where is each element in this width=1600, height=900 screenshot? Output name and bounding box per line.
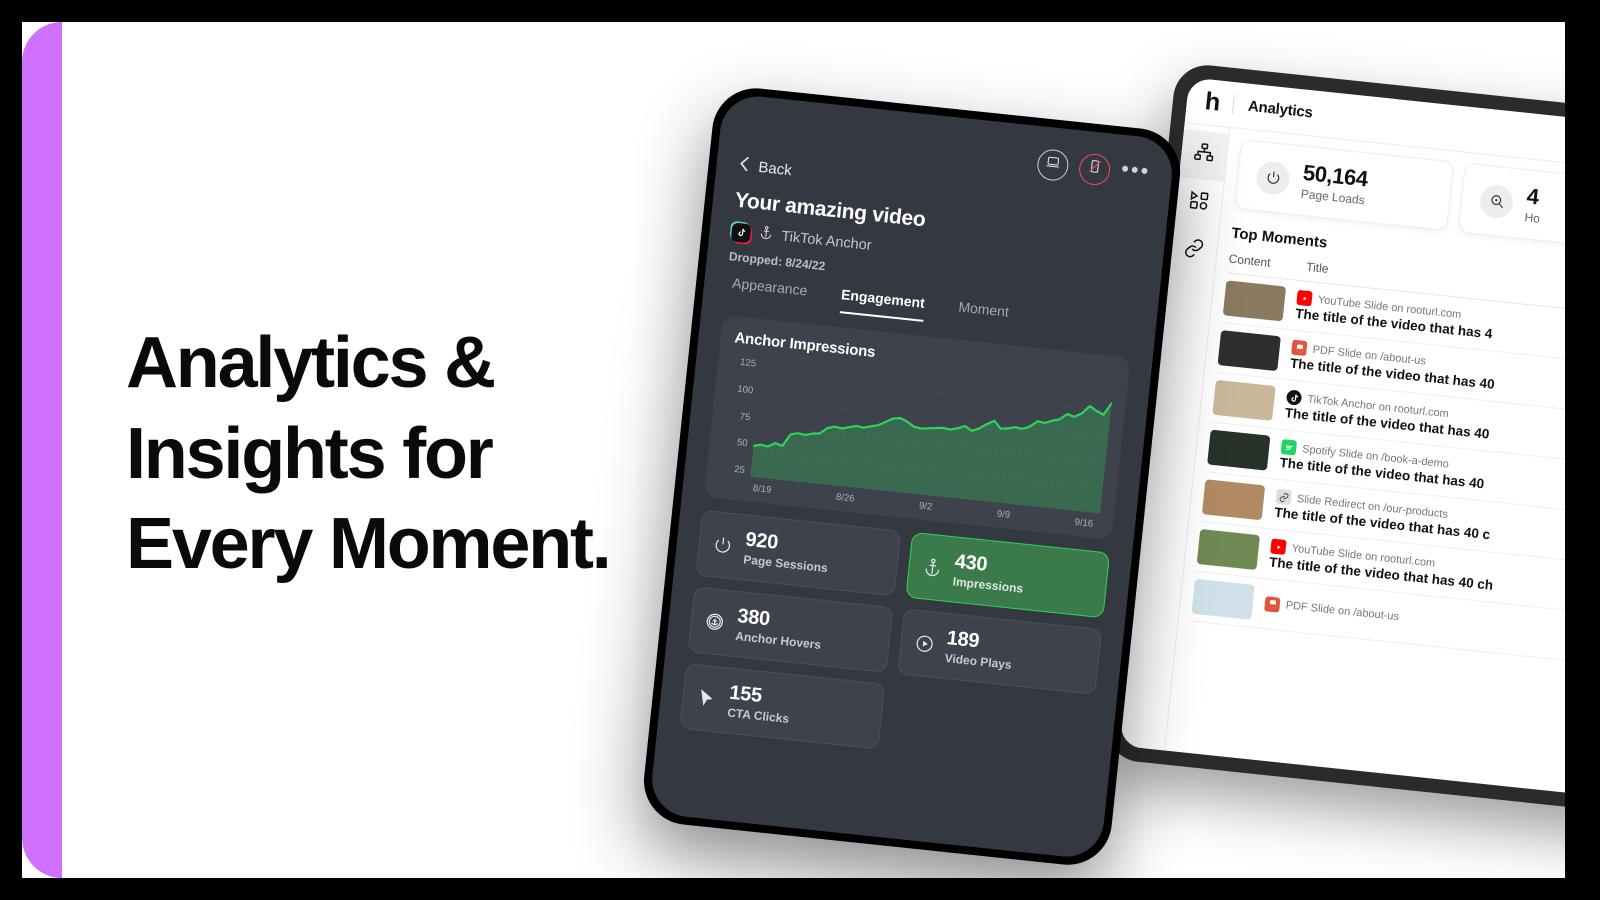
pdf-icon [1264,595,1281,613]
kpi-card[interactable]: 4 Ho [1457,162,1565,255]
x-tick: 9/2 [918,500,933,513]
row-meta: PDF Slide on /about-us [1264,595,1400,625]
kpi-value: 4 [1525,183,1541,210]
column-header-title: Title [1305,259,1330,277]
power-icon [1254,159,1292,196]
stat-card[interactable]: 189 Video Plays [896,608,1103,695]
row-thumbnail [1196,529,1260,571]
x-tick: 8/19 [752,483,772,496]
video-source-name: TikTok Anchor [780,228,873,254]
row-source: PDF Slide on /about-us [1285,599,1400,624]
x-tick: 9/9 [996,508,1011,521]
row-thumbnail [1212,380,1276,422]
hover-search-icon [1478,183,1515,220]
kpi-label: Ho [1523,210,1541,226]
cursor-icon [695,687,719,709]
sidebar-item-sitemap[interactable] [1179,129,1229,182]
sitemap-icon [1192,141,1216,169]
y-tick: 75 [739,410,751,423]
desktop-icon [1044,154,1061,175]
row-thumbnail [1222,280,1287,322]
play-circle-icon [912,633,936,655]
power-icon [711,534,735,556]
x-tick: 8/26 [835,491,855,505]
brand-logo: h [1203,87,1222,117]
row-thumbnail [1207,429,1271,471]
chevron-left-icon [738,155,751,177]
tiktok-icon [730,221,752,243]
stat-grid: 920 Page Sessions 430 Impressions 380 Anchor … [679,509,1111,772]
kpi-card[interactable]: 50,164 Page Loads [1233,139,1455,232]
column-header-content: Content [1227,251,1272,271]
stat-card[interactable]: 380 Anchor Hovers [687,586,893,673]
spotify-icon [1280,439,1298,456]
y-tick: 100 [736,383,754,397]
anchor-hover-icon [703,611,727,633]
chart-card: Anchor Impressions 125 100 75 50 25 8/19 8/26… [703,314,1131,540]
content-grid-icon [1187,189,1211,217]
youtube-icon [1296,290,1313,307]
stat-card[interactable]: 430 Impressions [904,531,1111,619]
headline-line-1: Analytics & [126,323,496,403]
mobile-disabled-button[interactable] [1077,151,1112,186]
y-tick: 125 [739,356,757,370]
tab-appearance[interactable]: Appearance [730,275,808,310]
tablet-page-title: Analytics [1247,97,1314,122]
anchor-icon [757,224,774,245]
page-title: Analytics & Insights for Every Moment. [126,318,726,590]
stat-card[interactable]: 155 CTA Clicks [679,662,885,750]
tablet-main: 50,164 Page Loads 4 Ho Top Moments Conte… [1165,128,1565,808]
poster-canvas: Analytics & Insights for Every Moment. h… [22,22,1565,878]
row-thumbnail [1191,578,1255,620]
pdf-icon [1291,339,1308,357]
y-tick: 50 [736,437,749,450]
phone-device: ••• Back Your amazing video TikTok Ancho… [639,84,1185,870]
mobile-disabled-icon [1086,158,1103,179]
stat-card[interactable]: 920 Page Sessions [695,509,901,597]
tab-engagement[interactable]: Engagement [839,286,926,322]
x-tick: 9/16 [1074,516,1094,530]
row-thumbnail [1217,330,1281,372]
link-icon [1182,237,1206,265]
moments-list: YouTube Slide on rooturl.com The title of… [1190,273,1565,678]
youtube-icon [1270,538,1287,556]
tablet-screen: h Analytics 50,164 Page Loads 4 Ho Top M… [1119,77,1565,808]
more-dots-icon[interactable]: ••• [1120,155,1152,184]
desktop-preview-button[interactable] [1035,147,1070,182]
divider [1232,95,1236,115]
tab-moment[interactable]: Moment [957,299,1010,331]
sidebar-item-content[interactable] [1174,177,1224,229]
back-label: Back [757,158,793,180]
row-thumbnail [1201,479,1266,521]
y-tick: 25 [733,463,746,476]
anchor-icon [920,556,944,578]
tiktok-icon [1285,389,1303,407]
tablet-body: 50,164 Page Loads 4 Ho Top Moments Conte… [1119,123,1565,807]
headline-line-3: Every Moment. [126,504,612,585]
accent-bar [22,22,62,878]
phone-screen: ••• Back Your amazing video TikTok Ancho… [648,92,1176,861]
sidebar-item-links[interactable] [1169,225,1219,277]
link-icon [1275,488,1292,506]
headline-line-2: Insights for [126,413,494,494]
